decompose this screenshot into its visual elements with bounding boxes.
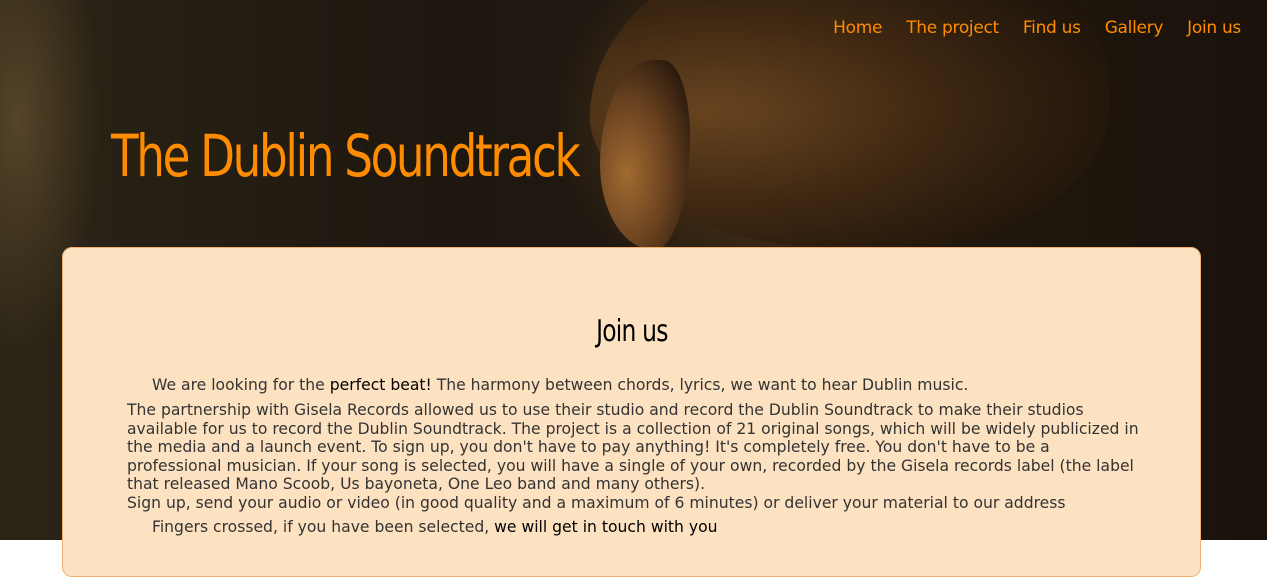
nav-join-us[interactable]: Join us xyxy=(1187,18,1241,38)
intro-highlight: perfect beat! xyxy=(329,376,432,394)
closing-highlight: we will get in touch with you xyxy=(494,518,718,536)
nav-find-us[interactable]: Find us xyxy=(1023,18,1081,38)
section-heading: Join us xyxy=(63,314,1200,349)
closing-text-before: Fingers crossed, if you have been select… xyxy=(152,518,495,536)
intro-paragraph: We are looking for the perfect beat! The… xyxy=(127,376,1139,395)
intro-text-before: We are looking for the xyxy=(152,376,330,394)
partnership-paragraph: The partnership with Gisela Records allo… xyxy=(127,401,1139,494)
join-us-card: Join us We are looking for the perfect b… xyxy=(62,247,1201,577)
section-heading-text: Join us xyxy=(595,314,668,349)
site-title: The Dublin Soundtrack xyxy=(111,122,581,190)
main-nav: Home The project Find us Gallery Join us xyxy=(833,18,1241,38)
nav-gallery[interactable]: Gallery xyxy=(1105,18,1164,38)
intro-text-after: The harmony between chords, lyrics, we w… xyxy=(431,376,969,394)
closing-paragraph: Fingers crossed, if you have been select… xyxy=(127,518,1139,537)
nav-home[interactable]: Home xyxy=(833,18,882,38)
nav-the-project[interactable]: The project xyxy=(906,18,999,38)
signup-paragraph: Sign up, send your audio or video (in go… xyxy=(127,494,1066,512)
